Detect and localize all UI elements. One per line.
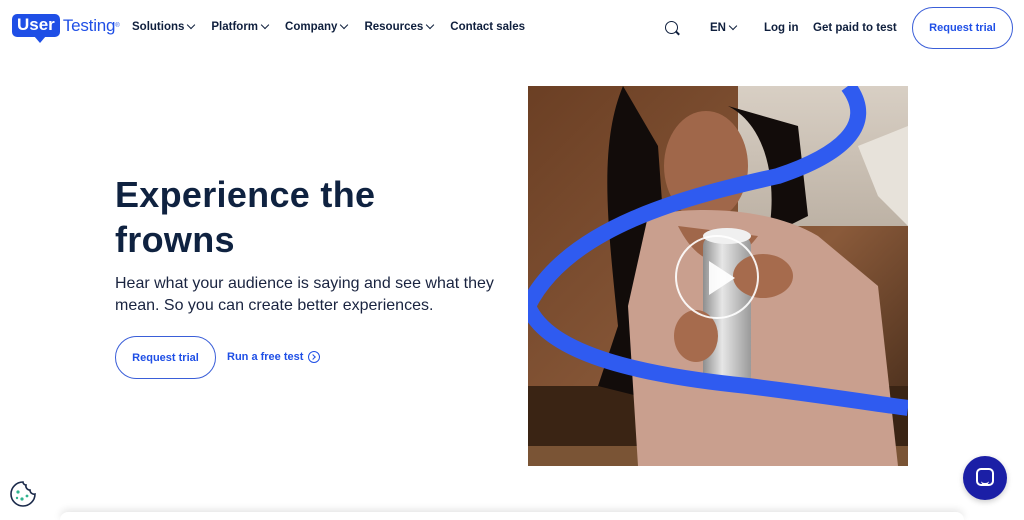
nav-contact-sales-label: Contact sales: [450, 21, 526, 33]
run-free-test-label: Run a free test: [227, 351, 304, 363]
nav-solutions-label: Solutions: [132, 21, 185, 33]
hero-subtitle: Hear what your audience is saying and se…: [115, 275, 494, 314]
language-label: EN: [710, 22, 726, 34]
get-paid-link[interactable]: Get paid to test: [813, 22, 897, 34]
site-header: User Testing ® Solutions Platform Compan…: [0, 0, 1024, 58]
chat-icon: [976, 468, 994, 486]
nav-resources[interactable]: Resources: [364, 20, 435, 33]
language-selector[interactable]: EN: [710, 21, 738, 34]
usertesting-logo[interactable]: User Testing ®: [12, 14, 120, 43]
nav-platform[interactable]: Platform: [211, 20, 270, 33]
cookie-icon[interactable]: [8, 479, 38, 509]
section-edge: [60, 512, 964, 520]
nav-resources-label: Resources: [364, 21, 424, 33]
play-icon[interactable]: [675, 235, 759, 319]
chevron-down-icon: [340, 20, 349, 30]
logo-trademark: ®: [115, 22, 120, 29]
chevron-down-icon: [187, 20, 196, 30]
login-link[interactable]: Log in: [764, 22, 799, 34]
nav-solutions[interactable]: Solutions: [132, 20, 196, 33]
nav-contact-sales[interactable]: Contact sales: [450, 21, 525, 33]
arrow-right-circle-icon: [308, 351, 321, 363]
nav-company[interactable]: Company: [285, 20, 349, 33]
chat-launcher-button[interactable]: [963, 456, 1007, 500]
logo-user: User: [12, 14, 60, 43]
hero-title: Experience the frowns: [115, 174, 376, 260]
chevron-down-icon: [260, 20, 270, 30]
chevron-down-icon: [728, 21, 738, 31]
search-icon[interactable]: [665, 21, 678, 34]
nav-company-label: Company: [285, 21, 338, 33]
nav-platform-label: Platform: [211, 21, 259, 33]
chevron-down-icon: [426, 20, 435, 30]
hero-request-trial-button[interactable]: Request trial: [115, 336, 216, 379]
run-free-test-link[interactable]: Run a free test: [227, 351, 321, 363]
main-nav: Solutions Platform Company Resources Con…: [132, 20, 542, 33]
header-request-trial-button[interactable]: Request trial: [912, 7, 1013, 49]
logo-testing: Testing: [62, 15, 116, 35]
